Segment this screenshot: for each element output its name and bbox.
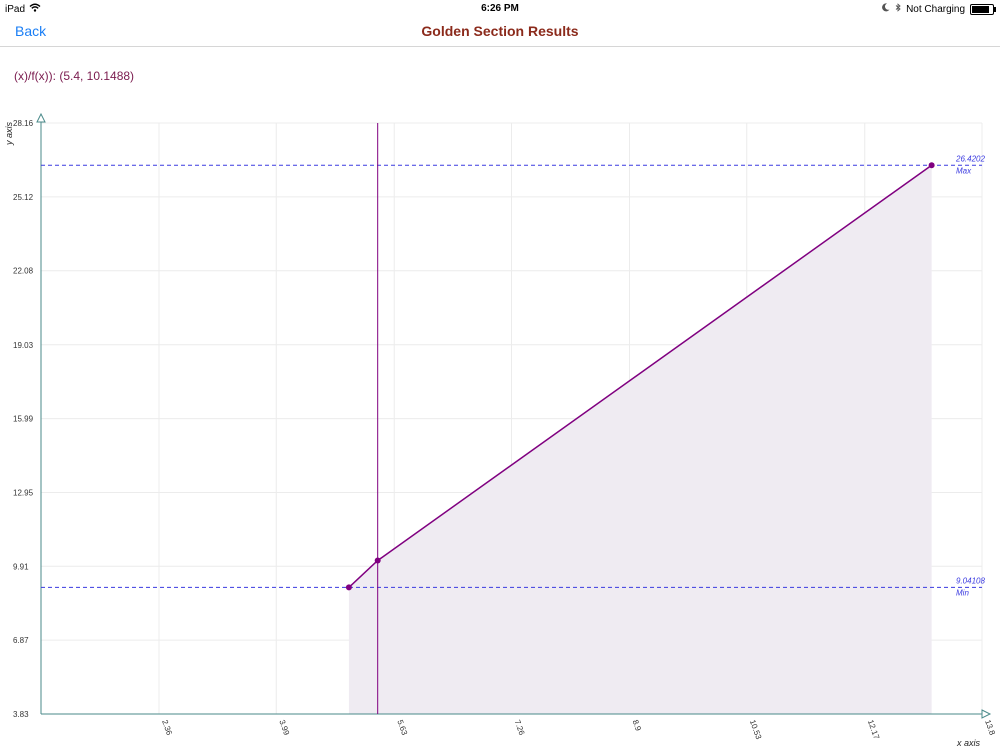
data-point [928, 162, 935, 169]
x-tick-label: 12.17 [866, 719, 881, 741]
x-tick-label: 2.36 [160, 719, 174, 737]
y-tick-label: 25.12 [13, 193, 34, 202]
reference-value-label: 9.04108 [956, 576, 985, 585]
moon-icon [882, 3, 890, 15]
reference-name-label: Max [956, 166, 972, 175]
status-bar: iPad 6:26 PM Not Charging [0, 0, 1000, 16]
battery-level [972, 5, 990, 13]
bluetooth-icon [895, 3, 901, 15]
y-tick-label: 9.91 [13, 562, 29, 571]
battery-status-text: Not Charging [906, 3, 965, 15]
x-axis-arrow [981, 709, 992, 719]
data-point [374, 557, 381, 564]
y-tick-label: 12.95 [13, 488, 34, 497]
status-right: Not Charging [882, 3, 996, 15]
clock: 6:26 PM [481, 3, 519, 14]
x-tick-label: 10.53 [748, 719, 763, 741]
y-axis-title: y axis [4, 121, 14, 146]
y-tick-label: 19.03 [13, 341, 34, 350]
x-axis-title: x axis [956, 738, 981, 748]
x-tick-label: 7.26 [513, 719, 527, 737]
x-tick-label: 3.99 [277, 719, 291, 737]
x-tick-label: 5.63 [395, 719, 409, 737]
y-axis-arrow [36, 112, 46, 123]
battery-icon [970, 3, 996, 15]
results-chart: 26.4202 Max 9.04108 Min 3.83 6.87 9.91 12.95 15.… [4, 112, 997, 748]
page-title: Golden Section Results [421, 23, 579, 39]
y-tick-label: 3.83 [13, 710, 29, 719]
y-tick-label: 28.16 [13, 119, 34, 128]
y-tick-label: 6.87 [13, 636, 29, 645]
x-tick-label: 13.8 [983, 719, 997, 737]
area-fill [348, 165, 932, 714]
reference-value-label: 26.4202 [955, 154, 985, 163]
y-tick-label: 22.08 [13, 267, 34, 276]
navigation-bar: Back Golden Section Results [0, 16, 1000, 47]
x-tick-label: 8.9 [631, 719, 643, 733]
data-point [345, 584, 352, 591]
point-readout: (x)/f(x)): (5.4, 10.1488) [14, 69, 135, 83]
y-tick-label: 15.99 [13, 415, 34, 424]
reference-name-label: Min [956, 588, 969, 597]
